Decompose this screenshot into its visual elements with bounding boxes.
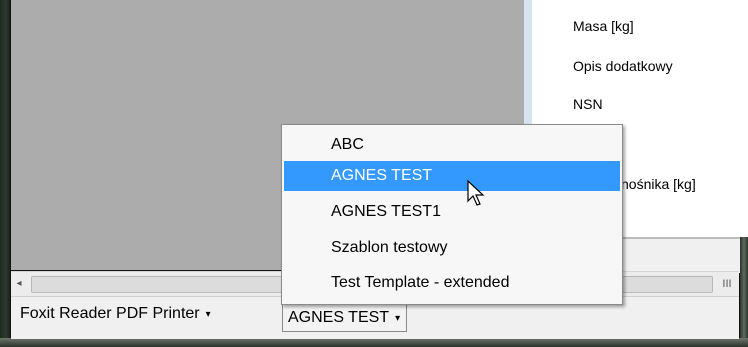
template-dropdown-list: ABC AGNES TEST AGNES TEST1 Szablon testo…	[281, 124, 623, 305]
dropdown-item-agnes-test[interactable]: AGNES TEST	[284, 161, 620, 191]
scroll-grip-icon[interactable]: III	[719, 275, 735, 293]
chevron-down-icon: ▾	[395, 313, 401, 324]
dropdown-item-abc[interactable]: ABC	[284, 130, 620, 160]
window-frame-left	[0, 0, 10, 347]
window-frame-bottom	[0, 338, 748, 347]
mouse-pointer-icon	[467, 180, 485, 206]
template-select[interactable]: AGNES TEST ▾	[282, 304, 408, 332]
printer-select-label: Foxit Reader PDF Printer	[20, 305, 200, 322]
printer-select[interactable]: Foxit Reader PDF Printer ▾	[20, 305, 211, 323]
template-select-label: AGNES TEST	[288, 309, 390, 326]
chevron-down-icon: ▾	[205, 309, 211, 320]
dropdown-item-agnes-test1[interactable]: AGNES TEST1	[284, 197, 620, 227]
field-label-carrier-mass: nośnika [kg]	[621, 176, 696, 192]
field-label-mass: Masa [kg]	[573, 18, 634, 34]
dropdown-item-test-template-extended[interactable]: Test Template - extended	[284, 268, 620, 298]
field-label-nsn: NSN	[573, 96, 603, 112]
scroll-left-arrow-icon[interactable]: ◂	[11, 275, 27, 293]
dropdown-item-szablon-testowy[interactable]: Szablon testowy	[284, 233, 620, 263]
field-label-description: Opis dodatkowy	[573, 58, 673, 74]
